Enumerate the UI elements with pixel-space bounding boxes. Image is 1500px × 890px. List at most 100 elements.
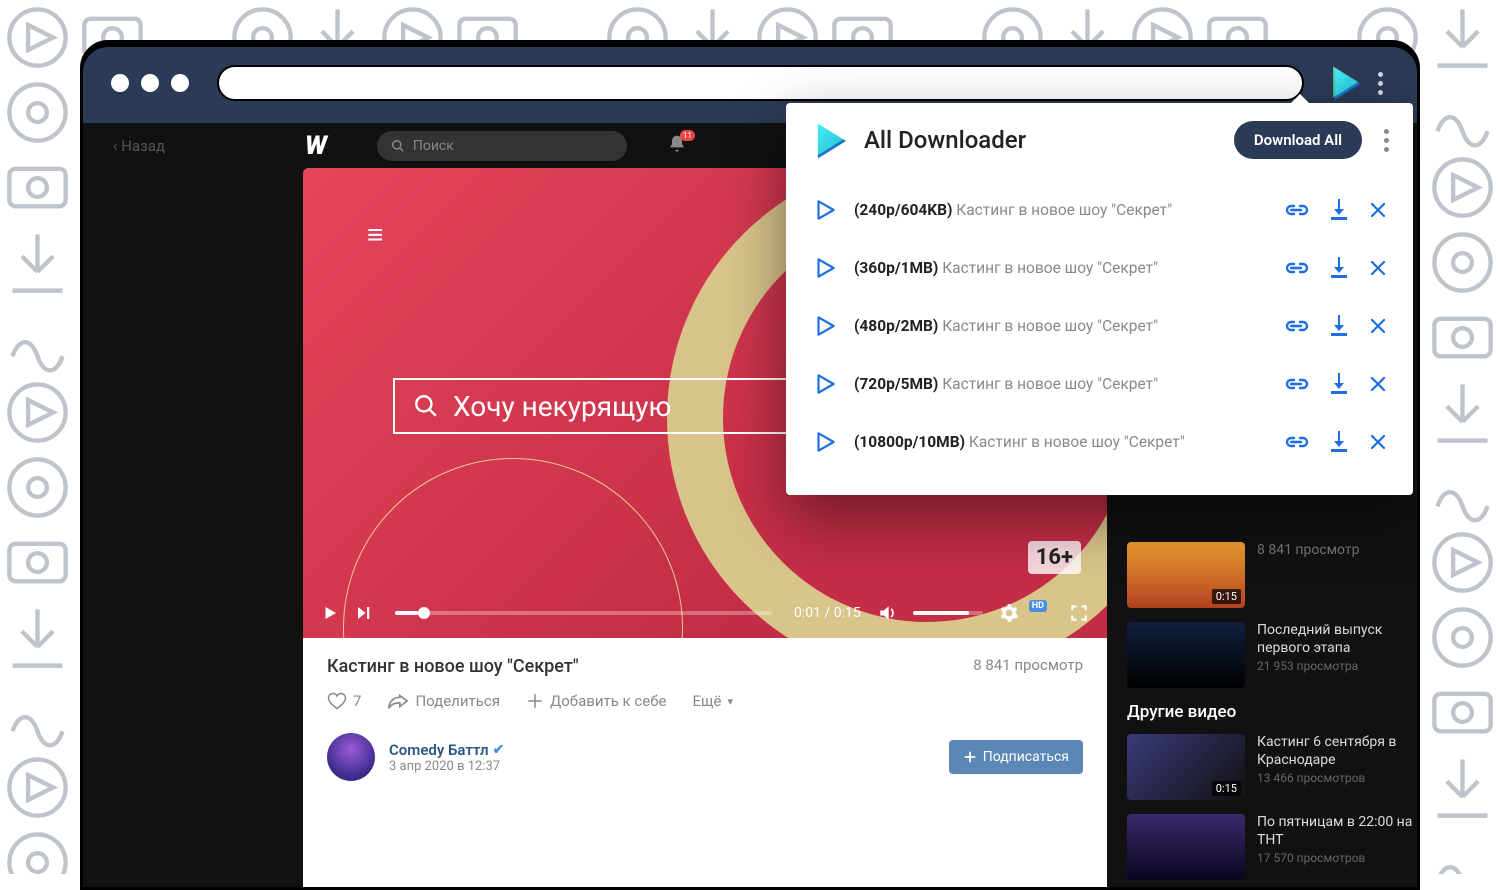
search-icon — [413, 393, 439, 419]
reco-item[interactable]: Последний выпуск первого этапа 21 953 пр… — [1127, 622, 1417, 688]
thumb — [1127, 814, 1245, 880]
more-label: Ещё — [692, 692, 721, 710]
browser-menu-icon[interactable] — [1372, 66, 1389, 101]
channel-avatar[interactable] — [327, 733, 375, 781]
download-icon[interactable] — [1329, 315, 1349, 337]
subscribe-button[interactable]: Подписаться — [949, 740, 1083, 774]
play-outline-icon[interactable] — [812, 197, 838, 223]
reco-item[interactable]: 0:15 Кастинг 6 сентября в Краснодаре 13 … — [1127, 734, 1417, 800]
verified-icon: ✔ — [493, 742, 505, 758]
thumb — [1127, 622, 1245, 688]
close-icon[interactable] — [1369, 433, 1387, 451]
download-icon[interactable] — [1329, 199, 1349, 221]
popup-menu-icon[interactable] — [1378, 123, 1395, 158]
play-logo-icon — [810, 121, 848, 159]
add-button[interactable]: Добавить к себе — [526, 692, 667, 710]
add-label: Добавить к себе — [550, 692, 667, 710]
item-meta: (10800p/10MB) Кастинг в новое шоу "Секре… — [854, 433, 1185, 451]
download-item: (720p/5MB) Кастинг в новое шоу "Секрет" — [800, 355, 1399, 413]
download-all-button[interactable]: Download All — [1234, 121, 1362, 159]
notifications-icon[interactable]: 11 — [667, 134, 687, 158]
item-meta: (720p/5MB) Кастинг в новое шоу "Секрет" — [854, 375, 1158, 393]
download-item: (360p/1MB) Кастинг в новое шоу "Секрет" — [800, 239, 1399, 297]
thumb: 0:15 — [1127, 734, 1245, 800]
share-icon — [387, 691, 409, 711]
close-icon[interactable] — [1369, 375, 1387, 393]
hamburger-icon[interactable]: ≡ — [367, 218, 385, 251]
next-icon[interactable] — [355, 604, 373, 622]
back-link[interactable]: ‹ Назад — [113, 137, 165, 155]
progress-bar[interactable] — [395, 611, 772, 615]
subscribe-label: Подписаться — [983, 749, 1069, 765]
item-meta: (360p/1MB) Кастинг в новое шоу "Секрет" — [854, 259, 1158, 277]
view-count: 8 841 просмотр — [973, 656, 1083, 674]
window-controls[interactable] — [111, 74, 189, 92]
reco-title: 8 841 просмотр — [1257, 542, 1359, 560]
browser-window: ‹ Назад W Поиск 11 ≡ — [80, 40, 1420, 890]
extension-icon[interactable] — [1328, 66, 1362, 100]
hd-badge: HD — [1029, 600, 1047, 612]
item-meta: (240p/604KB) Кастинг в новое шоу "Секрет… — [854, 201, 1172, 219]
like-button[interactable]: 7 — [327, 691, 361, 711]
action-row: 7 Поделиться Добавить к себе Ещё ▾ — [327, 691, 1083, 711]
copy-link-icon[interactable] — [1285, 201, 1309, 219]
chevron-down-icon: ▾ — [727, 695, 733, 708]
download-icon[interactable] — [1329, 257, 1349, 279]
copy-link-icon[interactable] — [1285, 433, 1309, 451]
duration-badge: 0:15 — [1212, 781, 1241, 796]
play-logo-icon — [1328, 66, 1362, 100]
like-count: 7 — [353, 692, 361, 710]
copy-link-icon[interactable] — [1285, 375, 1309, 393]
reco-item[interactable]: 0:15 8 841 просмотр — [1127, 542, 1417, 608]
upload-date: 3 апр 2020 в 12:37 — [389, 759, 504, 774]
heart-icon — [327, 691, 347, 711]
reco-item[interactable]: По пятницам в 22:00 на ТНТ 17 570 просмо… — [1127, 814, 1417, 880]
search-placeholder: Поиск — [413, 138, 454, 154]
plus-icon — [963, 750, 977, 764]
channel-name[interactable]: Comedy Баттл ✔ — [389, 741, 504, 759]
reco-title: Кастинг 6 сентября в Краснодаре — [1257, 734, 1417, 769]
player-controls: 0:01 / 0:15 HD — [303, 588, 1107, 638]
plus-icon — [526, 692, 544, 710]
play-outline-icon[interactable] — [812, 255, 838, 281]
time-display: 0:01 / 0:15 — [794, 605, 861, 621]
popup-title: All Downloader — [864, 126, 1026, 154]
vk-search-input[interactable]: Поиск — [377, 131, 627, 161]
close-icon[interactable] — [1369, 259, 1387, 277]
volume-slider[interactable] — [913, 611, 983, 615]
play-outline-icon[interactable] — [812, 429, 838, 455]
more-button[interactable]: Ещё ▾ — [692, 692, 733, 710]
share-label: Поделиться — [415, 692, 500, 710]
play-outline-icon[interactable] — [812, 313, 838, 339]
download-item: (10800p/10MB) Кастинг в новое шоу "Секре… — [800, 413, 1399, 471]
copy-link-icon[interactable] — [1285, 259, 1309, 277]
search-icon — [391, 139, 405, 153]
overlay-search-text: Хочу некурящую — [453, 390, 671, 423]
item-meta: (480p/2MB) Кастинг в новое шоу "Секрет" — [854, 317, 1158, 335]
download-item: (240p/604KB) Кастинг в новое шоу "Секрет… — [800, 181, 1399, 239]
play-icon[interactable] — [321, 604, 339, 622]
download-icon[interactable] — [1329, 373, 1349, 395]
duration-badge: 0:15 — [1212, 589, 1241, 604]
age-rating-badge: 16+ — [1028, 541, 1081, 574]
reco-title: По пятницам в 22:00 на ТНТ — [1257, 814, 1417, 849]
download-icon[interactable] — [1329, 431, 1349, 453]
settings-icon[interactable] — [999, 603, 1019, 623]
reco-sub: 13 466 просмотров — [1257, 771, 1417, 785]
copy-link-icon[interactable] — [1285, 317, 1309, 335]
video-title: Кастинг в новое шоу "Секрет" — [327, 656, 1083, 677]
thumb: 0:15 — [1127, 542, 1245, 608]
share-button[interactable]: Поделиться — [387, 691, 500, 711]
downloader-popup: All Downloader Download All (240p/604KB)… — [786, 103, 1413, 495]
notification-badge: 11 — [680, 130, 695, 141]
url-bar[interactable] — [217, 65, 1304, 101]
play-outline-icon[interactable] — [812, 371, 838, 397]
close-icon[interactable] — [1369, 317, 1387, 335]
reco-sub: 21 953 просмотра — [1257, 659, 1417, 673]
volume-icon[interactable] — [877, 603, 897, 623]
vk-logo-icon[interactable]: W — [305, 131, 327, 161]
close-icon[interactable] — [1369, 201, 1387, 219]
download-item: (480p/2MB) Кастинг в новое шоу "Секрет" — [800, 297, 1399, 355]
other-videos-heading: Другие видео — [1127, 702, 1417, 722]
fullscreen-icon[interactable] — [1069, 603, 1089, 623]
